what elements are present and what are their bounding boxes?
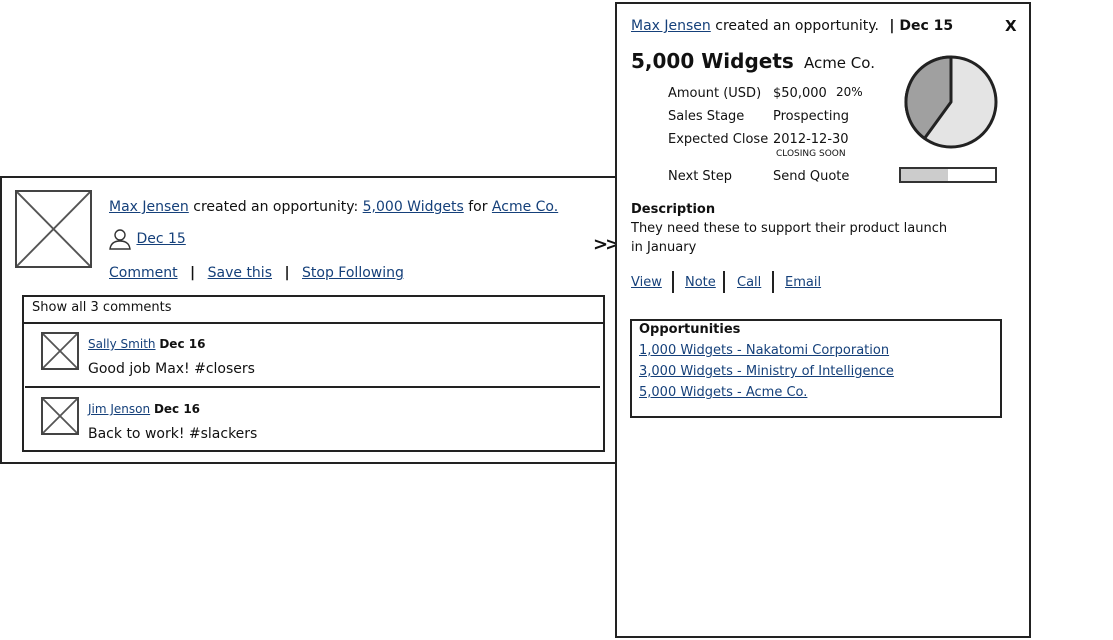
- comment-meta: Jim Jenson Dec 16: [88, 402, 200, 416]
- comment-divider: [25, 386, 600, 388]
- description-label: Description: [631, 202, 716, 217]
- feed-date-row: Dec 15: [108, 228, 186, 250]
- action-separator: [772, 271, 774, 293]
- opportunities-label: Opportunities: [639, 322, 741, 337]
- call-link[interactable]: Call: [737, 275, 761, 290]
- opportunity-link[interactable]: 5,000 Widgets - Acme Co.: [639, 385, 807, 400]
- detail-action-text: created an opportunity.: [715, 18, 879, 34]
- next-step-label: Next Step: [668, 169, 733, 184]
- comment-text: Back to work! #slackers: [88, 426, 258, 442]
- feed-opportunity-link[interactable]: 5,000 Widgets: [363, 199, 464, 215]
- next-step-progress-bar: [899, 167, 997, 183]
- expected-close-value: 2012-12-30: [773, 132, 849, 147]
- opportunity-link[interactable]: 3,000 Widgets - Ministry of Intelligence: [639, 364, 894, 379]
- comment-meta: Sally Smith Dec 16: [88, 337, 205, 351]
- note-link[interactable]: Note: [685, 275, 716, 290]
- comment-author-link[interactable]: Jim Jenson: [88, 402, 150, 416]
- view-link[interactable]: View: [631, 275, 662, 290]
- show-all-comments-label[interactable]: Show all 3 comments: [32, 300, 171, 315]
- progress-fill: [901, 169, 948, 181]
- comment-text: Good job Max! #closers: [88, 361, 255, 377]
- feed-actions: Comment | Save this | Stop Following: [109, 265, 404, 281]
- feed-for-text: for: [468, 199, 488, 215]
- amount-value: $50,000: [773, 86, 827, 101]
- comment-date: Dec 16: [159, 337, 206, 351]
- feed-account-link[interactable]: Acme Co.: [492, 199, 558, 215]
- action-separator: [723, 271, 725, 293]
- feed-date-link[interactable]: Dec 15: [136, 231, 185, 247]
- feed-action-text: created an opportunity:: [193, 199, 359, 215]
- amount-percent: 20%: [836, 85, 863, 99]
- comment-date: Dec 16: [153, 402, 201, 416]
- action-separator: [672, 271, 674, 293]
- feed-headline: Max Jensen created an opportunity: 5,000…: [109, 199, 558, 215]
- author-avatar-placeholder: [15, 190, 92, 268]
- closing-soon-note: CLOSING SOON: [776, 149, 846, 159]
- amount-label: Amount (USD): [668, 86, 762, 101]
- sales-stage-value: Prospecting: [773, 109, 849, 124]
- comment-avatar-placeholder: [41, 397, 79, 435]
- opportunity-link[interactable]: 1,000 Widgets - Nakatomi Corporation: [639, 343, 889, 358]
- save-this-link[interactable]: Save this: [208, 265, 272, 281]
- expected-close-label: Expected Close: [668, 132, 769, 147]
- feed-author-link[interactable]: Max Jensen: [109, 199, 189, 215]
- email-link[interactable]: Email: [785, 275, 821, 290]
- user-icon: [109, 229, 131, 250]
- next-step-value: Send Quote: [773, 169, 850, 184]
- close-icon[interactable]: X: [1005, 17, 1017, 35]
- sales-stage-label: Sales Stage: [668, 109, 745, 124]
- opportunity-title: 5,000 Widgets: [631, 49, 794, 73]
- detail-date: | Dec 15: [889, 18, 954, 34]
- expand-arrow-icon[interactable]: >>: [593, 234, 620, 255]
- opportunity-pie-chart: [904, 55, 998, 149]
- comment-avatar-placeholder: [41, 332, 79, 370]
- detail-headline: Max Jensen created an opportunity. | Dec…: [631, 18, 953, 34]
- stop-following-link[interactable]: Stop Following: [302, 265, 404, 281]
- detail-author-link[interactable]: Max Jensen: [631, 18, 711, 34]
- description-line: They need these to support their product…: [631, 221, 948, 236]
- comment-link[interactable]: Comment: [109, 265, 178, 281]
- opportunity-title-row: 5,000 Widgets Acme Co.: [631, 49, 875, 73]
- description-line: in January: [631, 240, 697, 255]
- opportunity-company: Acme Co.: [803, 54, 875, 72]
- comment-author-link[interactable]: Sally Smith: [88, 337, 156, 351]
